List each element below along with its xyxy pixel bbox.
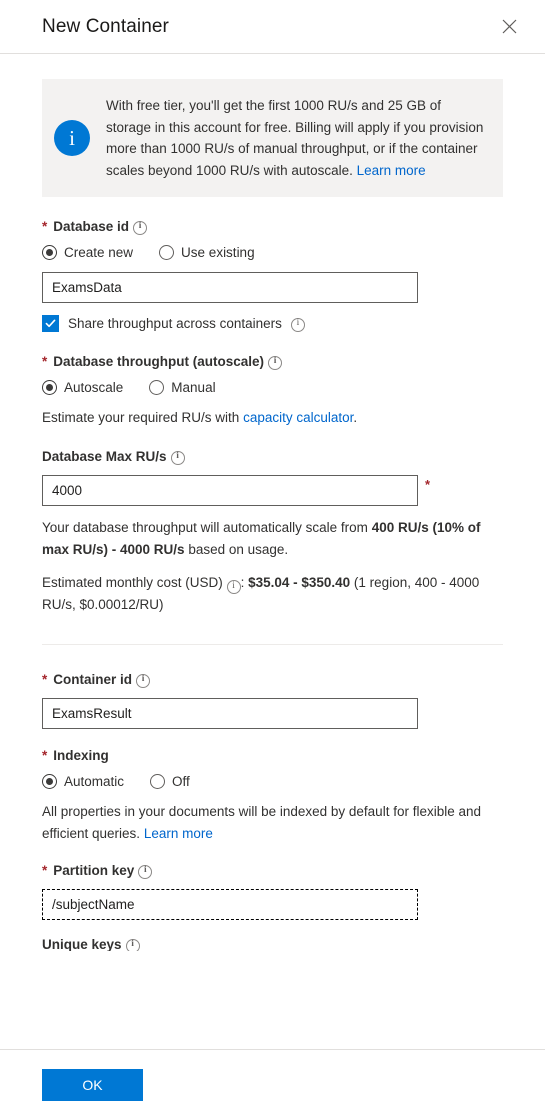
database-max-ru-label: Database Max RU/s i bbox=[42, 449, 503, 465]
database-max-ru-label-text: Database Max RU/s bbox=[42, 449, 167, 464]
database-throughput-info-icon[interactable]: i bbox=[268, 355, 283, 370]
radio-autoscale-label: Autoscale bbox=[64, 380, 124, 395]
share-throughput-checkbox-row[interactable]: Share throughput across containers i bbox=[42, 315, 503, 332]
close-glyph bbox=[502, 19, 516, 34]
partition-key-info-icon[interactable]: i bbox=[138, 864, 153, 879]
radio-use-existing-dot bbox=[159, 245, 175, 260]
free-tier-learn-more-link[interactable]: Learn more bbox=[357, 163, 426, 178]
autoscale-range-pre: Your database throughput will automatica… bbox=[42, 520, 372, 535]
database-id-group: * Database id i Create new Use existing bbox=[42, 219, 503, 332]
estimated-cost-value: $35.04 - $350.40 bbox=[248, 575, 351, 590]
capacity-estimate-suffix: . bbox=[353, 410, 358, 425]
autoscale-range-help: Your database throughput will automatica… bbox=[42, 517, 503, 561]
indexing-help-body: All properties in your documents will be… bbox=[42, 804, 481, 841]
indexing-required-mark: * bbox=[42, 748, 48, 763]
share-throughput-info-icon[interactable]: i bbox=[290, 317, 305, 332]
database-throughput-group: * Database throughput (autoscale) i Autos… bbox=[42, 354, 503, 645]
radio-manual[interactable]: Manual bbox=[149, 380, 216, 395]
check-icon bbox=[45, 319, 56, 328]
indexing-group: * Indexing Automatic Off All properties i… bbox=[42, 748, 503, 845]
ok-button[interactable]: OK bbox=[42, 1068, 143, 1101]
container-id-info-icon[interactable]: i bbox=[136, 673, 151, 688]
database-id-radio-group: Create new Use existing bbox=[42, 245, 503, 260]
database-id-label: * Database id i bbox=[42, 219, 503, 235]
radio-create-new-dot bbox=[42, 245, 57, 260]
estimated-cost-text: Estimated monthly cost (USD) i: $35.04 -… bbox=[42, 572, 503, 616]
database-max-ru-required-mark: * bbox=[425, 477, 431, 492]
partition-key-label: * Partition key i bbox=[42, 863, 503, 879]
radio-indexing-automatic-dot bbox=[42, 774, 57, 789]
free-tier-info-text: With free tier, you'll get the first 100… bbox=[106, 95, 485, 181]
section-divider bbox=[42, 644, 503, 645]
share-throughput-checkbox[interactable] bbox=[42, 315, 59, 332]
partition-key-required-mark: * bbox=[42, 863, 48, 878]
radio-autoscale-dot bbox=[42, 380, 57, 395]
new-container-panel: New Container i With free tier, you'll g… bbox=[0, 0, 545, 1119]
container-id-label-text: Container id bbox=[53, 672, 133, 687]
capacity-calculator-link[interactable]: capacity calculator bbox=[243, 410, 353, 425]
close-icon[interactable] bbox=[493, 11, 525, 43]
capacity-estimate-text: Estimate your required RU/s with capacit… bbox=[42, 407, 503, 429]
database-throughput-label-text: Database throughput (autoscale) bbox=[53, 354, 265, 369]
database-max-ru-input[interactable] bbox=[42, 475, 418, 506]
radio-indexing-off[interactable]: Off bbox=[150, 774, 190, 789]
radio-indexing-automatic-label: Automatic bbox=[64, 774, 125, 789]
partition-key-input[interactable] bbox=[42, 889, 418, 920]
radio-create-new-label: Create new bbox=[64, 245, 134, 260]
radio-manual-label: Manual bbox=[171, 380, 216, 395]
estimated-cost-info-icon[interactable]: i bbox=[226, 579, 241, 594]
database-max-ru-input-wrap: * bbox=[42, 475, 503, 506]
capacity-estimate-prefix: Estimate your required RU/s with bbox=[42, 410, 244, 425]
container-id-label: * Container id i bbox=[42, 672, 503, 688]
radio-autoscale[interactable]: Autoscale bbox=[42, 380, 123, 395]
radio-use-existing[interactable]: Use existing bbox=[159, 245, 255, 260]
indexing-help-text: All properties in your documents will be… bbox=[42, 801, 503, 845]
indexing-radio-group: Automatic Off bbox=[42, 774, 503, 789]
database-max-ru-info-icon[interactable]: i bbox=[170, 450, 185, 465]
radio-indexing-off-label: Off bbox=[172, 774, 190, 789]
panel-footer: OK bbox=[0, 1049, 545, 1119]
autoscale-range-post: based on usage. bbox=[184, 542, 289, 557]
radio-indexing-automatic[interactable]: Automatic bbox=[42, 774, 124, 789]
indexing-label: * Indexing bbox=[42, 748, 503, 763]
radio-indexing-off-dot bbox=[150, 774, 166, 789]
partition-key-group: * Partition key i bbox=[42, 863, 503, 920]
database-id-input[interactable] bbox=[42, 272, 418, 303]
free-tier-info-banner: i With free tier, you'll get the first 1… bbox=[42, 79, 503, 197]
database-id-required-mark: * bbox=[42, 219, 48, 234]
database-throughput-required-mark: * bbox=[42, 354, 48, 369]
container-id-group: * Container id i bbox=[42, 672, 503, 729]
container-id-input[interactable] bbox=[42, 698, 418, 729]
database-id-label-text: Database id bbox=[53, 219, 130, 234]
container-id-required-mark: * bbox=[42, 672, 48, 687]
unique-keys-label: Unique keys i bbox=[42, 937, 503, 951]
database-id-info-icon[interactable]: i bbox=[133, 220, 148, 235]
estimated-cost-label: Estimated monthly cost (USD) bbox=[42, 575, 227, 590]
free-tier-info-body: With free tier, you'll get the first 100… bbox=[106, 98, 484, 178]
throughput-mode-radio-group: Autoscale Manual bbox=[42, 380, 503, 395]
share-throughput-label: Share throughput across containers bbox=[68, 316, 282, 331]
panel-body[interactable]: i With free tier, you'll get the first 1… bbox=[0, 54, 545, 1049]
unique-keys-group: Unique keys i bbox=[42, 937, 503, 951]
info-circle-icon: i bbox=[54, 120, 90, 156]
radio-use-existing-label: Use existing bbox=[181, 245, 255, 260]
radio-manual-dot bbox=[149, 380, 165, 395]
panel-header: New Container bbox=[0, 0, 545, 54]
partition-key-label-text: Partition key bbox=[53, 863, 135, 878]
indexing-learn-more-link[interactable]: Learn more bbox=[144, 826, 213, 841]
unique-keys-label-text: Unique keys bbox=[42, 937, 122, 951]
page-title: New Container bbox=[42, 15, 169, 37]
indexing-label-text: Indexing bbox=[53, 748, 109, 763]
info-circle-glyph: i bbox=[69, 125, 75, 150]
unique-keys-info-icon[interactable]: i bbox=[125, 938, 140, 951]
database-throughput-label: * Database throughput (autoscale) i bbox=[42, 354, 503, 370]
estimated-cost-colon: : bbox=[240, 575, 249, 590]
radio-create-new[interactable]: Create new bbox=[42, 245, 133, 260]
